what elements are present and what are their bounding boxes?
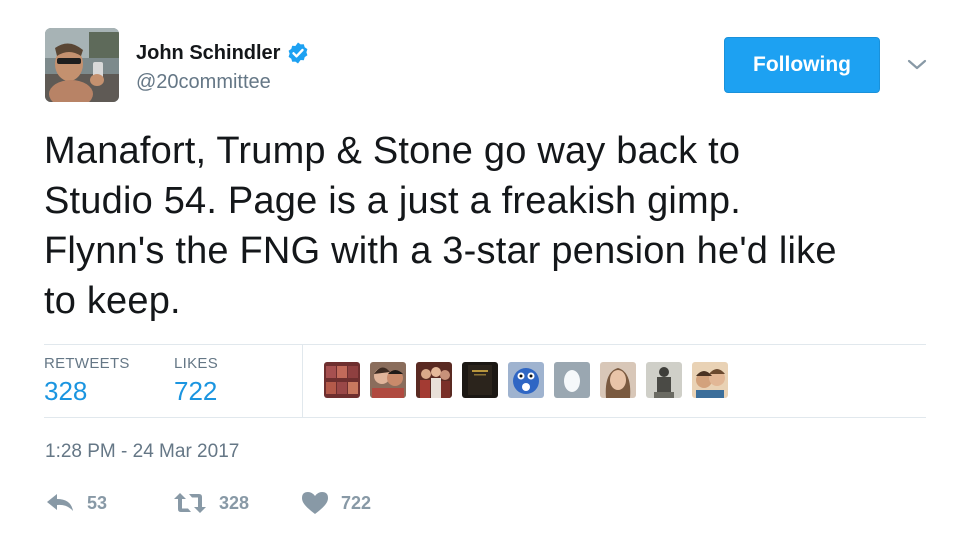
retweet-button[interactable]: 328: [173, 488, 249, 518]
likes-count[interactable]: 722: [174, 376, 218, 407]
tweet-text-line: Flynn's the FNG with a 3-star pension he…: [44, 230, 837, 272]
likes-label: LIKES: [174, 355, 219, 372]
retweets-label: RETWEETS: [44, 355, 130, 372]
verified-badge-icon: [289, 42, 308, 64]
liker-avatar[interactable]: [370, 362, 406, 398]
heart-icon: [302, 492, 328, 514]
like-button[interactable]: 722: [301, 488, 371, 518]
liker-avatars: [324, 362, 738, 398]
likes-stat[interactable]: LIKES 722: [174, 355, 218, 407]
chevron-down-icon[interactable]: [905, 53, 929, 77]
liker-avatar[interactable]: [554, 362, 590, 398]
retweets-stat[interactable]: RETWEETS 328: [44, 355, 130, 407]
liker-avatar[interactable]: [692, 362, 728, 398]
tweet-timestamp[interactable]: 1:28 PM - 24 Mar 2017: [45, 441, 239, 463]
tweet-text: Manafort, Trump & Stone go way back to S…: [44, 126, 944, 326]
liker-avatar-couple-icon: [370, 362, 406, 398]
author-display-name[interactable]: John Schindler: [136, 42, 280, 65]
tweet-text-line: to keep.: [44, 280, 181, 322]
stats-divider: [302, 345, 303, 417]
liker-avatar[interactable]: [416, 362, 452, 398]
tweet-text-line: Studio 54. Page is a just a freakish gim…: [44, 180, 742, 222]
tweet-stats: RETWEETS 328 LIKES 722: [44, 344, 926, 418]
liker-avatar-family-icon: [416, 362, 452, 398]
reply-button[interactable]: 53: [45, 488, 107, 518]
retweet-count: 328: [219, 492, 250, 513]
liker-avatar-selfie-icon: [692, 362, 728, 398]
author-handle[interactable]: @20committee: [136, 71, 271, 94]
liker-avatar-woman-icon: [600, 362, 636, 398]
liker-avatar[interactable]: [646, 362, 682, 398]
liker-avatar-egg-icon: [554, 362, 590, 398]
following-button[interactable]: Following: [724, 37, 880, 93]
avatar-photo-icon: [45, 28, 119, 102]
tweet-text-line: Manafort, Trump & Stone go way back to: [44, 130, 741, 172]
reply-count: 53: [87, 492, 108, 513]
liker-avatar-mascot-icon: [508, 362, 544, 398]
reply-icon: [47, 494, 73, 511]
liker-avatar-statue-icon: [646, 362, 682, 398]
liker-avatar[interactable]: [462, 362, 498, 398]
liker-avatar[interactable]: [508, 362, 544, 398]
tweet-card: John Schindler @20committee Following Ma…: [0, 0, 980, 556]
liker-avatar[interactable]: [324, 362, 360, 398]
author-avatar[interactable]: [45, 28, 119, 102]
like-count: 722: [341, 492, 372, 513]
retweet-icon: [174, 493, 206, 513]
retweets-count[interactable]: 328: [44, 376, 130, 407]
author-name-row[interactable]: John Schindler: [136, 40, 310, 66]
liker-avatar[interactable]: [600, 362, 636, 398]
liker-avatar-group-icon: [324, 362, 360, 398]
liker-avatar-book-icon: [462, 362, 498, 398]
